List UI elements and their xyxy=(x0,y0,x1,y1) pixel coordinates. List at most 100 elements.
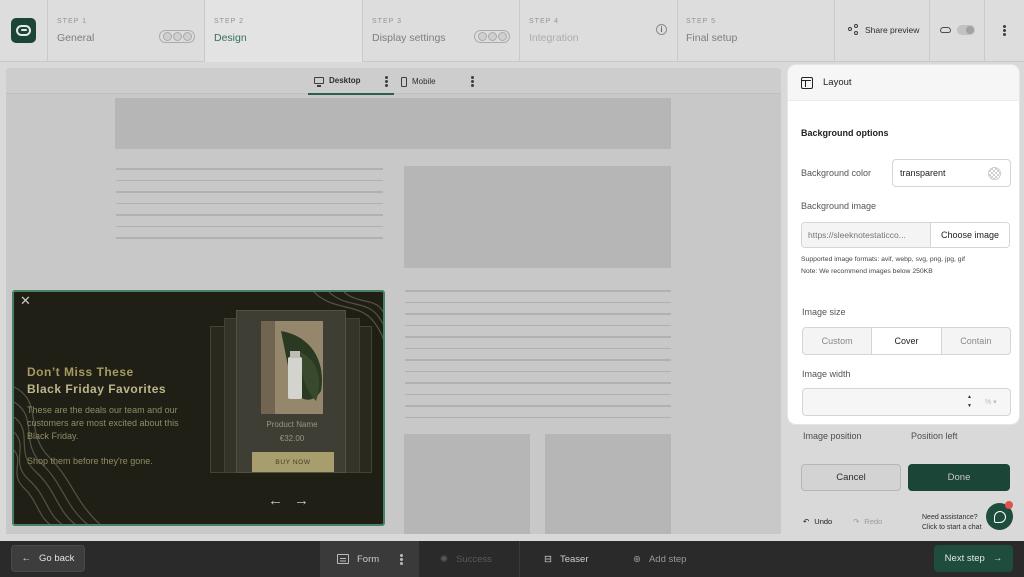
app-logo[interactable] xyxy=(11,18,36,43)
divider xyxy=(984,0,985,62)
success-icon: ✺ xyxy=(440,553,448,565)
go-back-button[interactable]: ← Go back xyxy=(11,545,85,572)
size-option-custom[interactable]: Custom xyxy=(803,328,871,354)
bg-image-label: Background image xyxy=(801,201,877,211)
arrow-left-icon: ← xyxy=(21,553,32,564)
section-title: Background options xyxy=(801,128,889,138)
tab-desktop[interactable]: Desktop xyxy=(308,68,394,95)
carousel-next-icon[interactable]: → xyxy=(294,492,309,509)
cancel-button[interactable]: Cancel xyxy=(801,464,901,491)
bg-color-value: transparent xyxy=(900,168,946,178)
choose-image-button[interactable]: Choose image xyxy=(930,223,1009,247)
go-back-label: Go back xyxy=(39,553,75,564)
arrow-right-icon: → xyxy=(992,553,1003,564)
step-number: STEP 4 xyxy=(529,18,559,25)
tab-success-label: Success xyxy=(455,553,492,565)
done-button[interactable]: Done xyxy=(908,464,1010,491)
redo-icon: ↷ xyxy=(853,517,860,526)
transparent-swatch-icon[interactable] xyxy=(988,167,1001,180)
form-options-icon[interactable] xyxy=(400,554,403,565)
step-integration[interactable]: STEP 4 Integration xyxy=(520,0,677,62)
step-display-settings[interactable]: STEP 3 Display settings xyxy=(363,0,519,62)
plus-circle-icon: ⊕ xyxy=(633,553,641,565)
product-card: Product Name €32.00 BUY NOW xyxy=(236,310,346,473)
step-progress-dots-icon xyxy=(474,30,510,43)
divider xyxy=(834,0,835,62)
undo-icon: ↶ xyxy=(803,517,810,526)
placeholder-text-lines xyxy=(405,290,671,428)
tab-mobile[interactable]: Mobile xyxy=(401,68,436,95)
size-option-cover[interactable]: Cover xyxy=(871,328,942,354)
width-unit-select[interactable]: % ▾ xyxy=(985,398,997,406)
share-preview-button[interactable]: Share preview xyxy=(848,24,919,35)
image-width-label: Image width xyxy=(802,369,851,379)
share-icon xyxy=(848,24,859,35)
top-stepper-bar: STEP 1 General STEP 2 Design STEP 3 Disp… xyxy=(0,0,1024,62)
product-price: €32.00 xyxy=(279,434,305,443)
popup-headline-line-2: Black Friday Favorites xyxy=(27,382,167,396)
step-number: STEP 1 xyxy=(57,18,87,25)
bg-color-field[interactable]: transparent xyxy=(892,159,1011,187)
step-final-setup[interactable]: STEP 5 Final setup xyxy=(678,0,834,62)
form-icon xyxy=(337,554,349,564)
image-size-label: Image size xyxy=(802,307,846,317)
buy-now-button[interactable]: BUY NOW xyxy=(252,452,334,472)
add-step-button[interactable]: ⊕ Add step xyxy=(620,541,720,577)
step-design[interactable]: STEP 2 Design xyxy=(205,0,362,62)
layout-icon xyxy=(801,76,813,89)
product-name: Product Name xyxy=(266,420,318,429)
placeholder-header-block xyxy=(115,98,671,149)
tab-desktop-label: Desktop xyxy=(329,76,361,85)
bg-color-label: Background color xyxy=(801,168,872,178)
next-step-label: Next step xyxy=(944,553,985,564)
size-recommendation-note: Note: We recommend images below 250KB xyxy=(801,268,933,275)
info-icon[interactable]: i xyxy=(656,24,667,35)
redo-button[interactable]: ↷ Redo xyxy=(853,517,882,526)
step-number: STEP 5 xyxy=(686,18,716,25)
tab-form[interactable]: Form xyxy=(320,541,419,577)
divider xyxy=(929,0,930,62)
popup-body-text-2: Shop them before they're gone. xyxy=(27,456,153,466)
teaser-icon: ⊟ xyxy=(544,553,552,565)
step-title: Integration xyxy=(529,32,579,44)
position-left-value[interactable]: Position left xyxy=(911,431,958,441)
tab-success[interactable]: ✺ Success xyxy=(420,541,518,577)
notification-dot xyxy=(1005,501,1013,509)
assistance-text: Need assistance? Click to start a chat xyxy=(922,513,982,533)
chat-icon xyxy=(993,510,1006,523)
tab-teaser-label: Teaser xyxy=(559,553,589,565)
bg-image-url-input[interactable] xyxy=(802,223,930,247)
placeholder-image-block xyxy=(545,434,671,534)
add-step-label: Add step xyxy=(648,553,687,565)
step-general[interactable]: STEP 1 General xyxy=(48,0,204,62)
desktop-icon xyxy=(314,77,324,87)
undo-label: Undo xyxy=(814,517,833,526)
close-popup-icon[interactable]: ✕ xyxy=(20,294,31,307)
carousel-prev-icon[interactable]: ← xyxy=(268,492,283,509)
layout-settings-panel: Layout Background options Background col… xyxy=(788,65,1019,424)
bottom-bar: ← Go back Form ✺ Success ⊟ Teaser ⊕ Add … xyxy=(0,541,1024,577)
step-number: STEP 3 xyxy=(372,18,402,25)
desktop-options-icon[interactable] xyxy=(385,76,388,87)
popup-headline-line-1: Don’t Miss These xyxy=(27,365,134,379)
popup-preview[interactable]: ✕ Don’t Miss These Black Friday Favorite… xyxy=(12,290,385,526)
share-preview-label: Share preview xyxy=(865,24,920,35)
image-size-segmented-control: Custom Cover Contain xyxy=(802,327,1011,355)
popup-headline: Don’t Miss These Black Friday Favorites xyxy=(27,364,166,398)
product-photo-icon xyxy=(261,321,323,414)
mobile-options-icon[interactable] xyxy=(471,76,474,87)
step-progress-dots-icon xyxy=(159,30,195,43)
more-menu-icon[interactable] xyxy=(1003,25,1006,36)
mobile-icon xyxy=(401,76,407,87)
image-width-field[interactable]: ▲ ▼ % ▾ xyxy=(802,388,1011,416)
placeholder-text-lines xyxy=(116,168,383,249)
tab-teaser[interactable]: ⊟ Teaser xyxy=(519,541,619,577)
autosave-toggle[interactable] xyxy=(957,25,975,35)
step-title: Design xyxy=(214,32,247,44)
undo-button[interactable]: ↶ Undo xyxy=(803,517,832,526)
stepper-arrows-icon[interactable]: ▲ ▼ xyxy=(967,393,972,411)
size-option-contain[interactable]: Contain xyxy=(942,328,1010,354)
next-step-button[interactable]: Next step → xyxy=(934,545,1013,572)
logo-mark-icon xyxy=(16,25,31,36)
assistance-subtitle: Click to start a chat xyxy=(922,524,982,531)
